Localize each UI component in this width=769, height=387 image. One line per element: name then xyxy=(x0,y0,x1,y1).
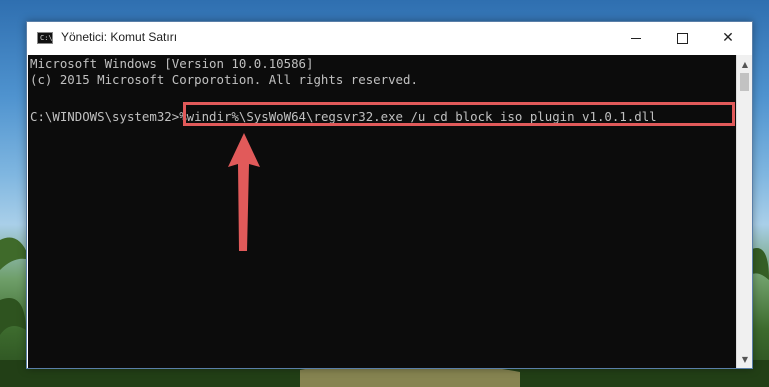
minimize-icon xyxy=(631,37,641,39)
console-line-version: Microsoft Windows [Version 10.0.10586] xyxy=(30,56,314,71)
command-highlight-box xyxy=(183,102,735,126)
window-title: Yönetici: Komut Satırı xyxy=(61,30,178,44)
vertical-scrollbar[interactable]: ▲ ▼ xyxy=(736,55,752,368)
console-prompt: C:\WINDOWS\system32> xyxy=(30,109,180,124)
close-icon: ✕ xyxy=(722,30,734,46)
maximize-button[interactable] xyxy=(659,22,705,54)
minimize-button[interactable] xyxy=(613,22,659,54)
maximize-icon xyxy=(676,32,688,44)
cmd-icon: C:\ xyxy=(37,32,53,44)
command-prompt-window: C:\ Yönetici: Komut Satırı ✕ Microsoft W… xyxy=(26,21,753,369)
console-line-copyright: (c) 2015 Microsoft Corporotion. All righ… xyxy=(30,72,418,87)
close-button[interactable]: ✕ xyxy=(705,22,751,54)
scroll-thumb[interactable] xyxy=(740,73,749,91)
scroll-up-button[interactable]: ▲ xyxy=(737,56,753,72)
scroll-down-button[interactable]: ▼ xyxy=(737,351,753,367)
title-bar[interactable]: C:\ Yönetici: Komut Satırı ✕ xyxy=(27,22,752,55)
console-output[interactable]: Microsoft Windows [Version 10.0.10586] (… xyxy=(28,55,736,368)
pointer-arrow-icon xyxy=(228,133,260,251)
